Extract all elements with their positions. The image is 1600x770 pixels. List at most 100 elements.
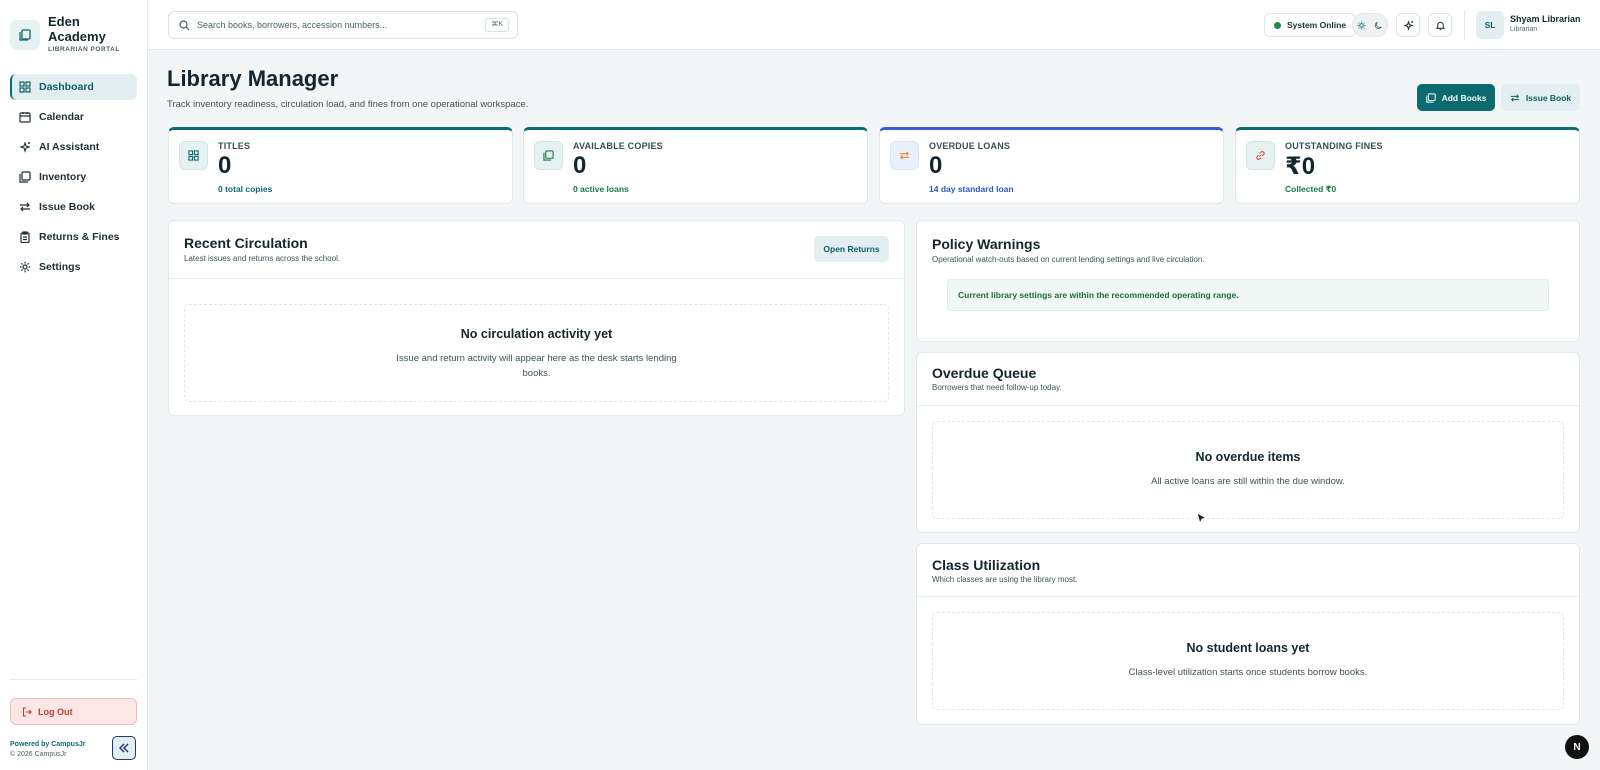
search-input[interactable]: Search books, borrowers, accession numbe… (168, 11, 518, 39)
sidebar-item-label: Returns & Fines (39, 231, 120, 243)
books-icon (19, 171, 31, 183)
sparkles-icon (1402, 19, 1414, 31)
panel-divider (917, 596, 1579, 597)
calendar-icon (19, 112, 31, 123)
books-icon (534, 141, 563, 170)
grid-icon (179, 141, 208, 170)
panel-subtitle: Which classes are using the library most… (932, 575, 1078, 584)
swap-arrows-icon (20, 202, 30, 212)
empty-state-title: No overdue items (1195, 450, 1301, 464)
add-books-label: Add Books (1441, 92, 1487, 103)
stat-label: OUTSTANDING FINES (1285, 141, 1383, 151)
stat-value: ₹0 (1285, 153, 1316, 180)
sidebar-item-label: Settings (39, 261, 81, 273)
sidebar-divider (10, 679, 137, 680)
open-returns-button[interactable]: Open Returns (814, 236, 889, 262)
empty-state-title: No student loans yet (1186, 641, 1310, 655)
sidebar-item-label: Dashboard (39, 81, 94, 93)
sidebar-item-settings[interactable]: Settings (10, 254, 137, 280)
link-icon (1246, 141, 1275, 170)
topbar-divider (1464, 10, 1465, 40)
page-title: Library Manager (167, 66, 339, 91)
panel-title: Recent Circulation (184, 235, 308, 251)
stat-label: AVAILABLE COPIES (573, 141, 663, 151)
policy-ok-message: Current library settings are within the … (947, 279, 1549, 311)
theme-toggle[interactable] (1352, 13, 1388, 37)
bell-icon (1435, 21, 1445, 30)
mouse-cursor-icon (1196, 512, 1208, 525)
clipboard-icon (20, 231, 30, 243)
logout-icon (22, 706, 32, 717)
brand-subtitle: LIBRARIAN PORTAL (48, 46, 120, 53)
brand-name-line2: Academy (48, 29, 106, 44)
logout-label: Log Out (38, 706, 73, 717)
empty-state-text: Class-level utilization starts once stud… (1128, 667, 1368, 678)
brand-name-line1: Eden (48, 14, 80, 29)
empty-state-title: No circulation activity yet (460, 327, 613, 341)
powered-by: Powered by CampusJr (10, 741, 86, 748)
sidebar-item-calendar[interactable]: Calendar (10, 104, 137, 130)
moon-icon (1374, 21, 1382, 29)
sidebar-item-label: AI Assistant (39, 141, 100, 153)
status-badge: System Online (1264, 13, 1357, 37)
panel-subtitle: Latest issues and returns across the sch… (184, 254, 341, 263)
page-subtitle: Track inventory readiness, circulation l… (167, 99, 529, 110)
empty-state: No student loans yet Class-level utiliza… (932, 612, 1564, 710)
topbar: Search books, borrowers, accession numbe… (148, 0, 1600, 50)
stat-card-overdue-loans: OVERDUE LOANS 0 14 day standard loan (879, 127, 1224, 204)
sidebar-item-ai-assistant[interactable]: AI Assistant (10, 134, 137, 160)
sun-icon (1357, 20, 1366, 30)
stat-card-titles: TITLES 0 0 total copies (168, 127, 513, 204)
sidebar-item-dashboard[interactable]: Dashboard (10, 74, 137, 100)
library-logo-icon (10, 20, 40, 50)
issue-book-button[interactable]: Issue Book (1501, 84, 1580, 111)
panel-title: Overdue Queue (932, 365, 1037, 381)
sidebar-item-issue-book[interactable]: Issue Book (10, 194, 137, 220)
collapse-sidebar-button[interactable] (112, 736, 136, 760)
notifications-button[interactable] (1428, 13, 1452, 37)
gear-icon (19, 261, 31, 273)
online-dot-icon (1274, 21, 1281, 29)
swap-arrows-icon (890, 141, 919, 170)
ai-sparkles-button[interactable] (1396, 13, 1420, 37)
sidebar-item-label: Calendar (39, 111, 84, 123)
chevrons-left-icon (119, 743, 129, 753)
sidebar-item-returns-fines[interactable]: Returns & Fines (10, 224, 137, 250)
dev-tools-badge[interactable]: N (1565, 735, 1589, 759)
stat-card-available-copies: AVAILABLE COPIES 0 0 active loans (523, 127, 868, 204)
brand: Eden Academy LIBRARIAN PORTAL (10, 14, 120, 53)
stat-label: OVERDUE LOANS (929, 141, 1011, 151)
panel-title: Class Utilization (932, 557, 1041, 573)
stat-value: 0 (218, 152, 232, 179)
sidebar-item-label: Issue Book (39, 201, 96, 213)
empty-state-text: Issue and return activity will appear he… (396, 353, 677, 379)
empty-state-text: All active loans are still within the du… (1151, 476, 1345, 487)
stat-footnote: 14 day standard loan (929, 184, 1014, 194)
search-placeholder: Search books, borrowers, accession numbe… (197, 20, 388, 30)
swap-arrows-icon (1510, 93, 1519, 102)
stat-label: TITLES (218, 141, 251, 151)
stat-value: 0 (929, 152, 943, 179)
grid-icon (19, 81, 31, 93)
stat-footnote: Collected ₹0 (1285, 184, 1337, 194)
stat-card-outstanding-fines: OUTSTANDING FINES ₹0 Collected ₹0 (1235, 127, 1580, 204)
search-icon (179, 19, 190, 30)
empty-state: No circulation activity yet Issue and re… (184, 304, 889, 402)
copyright: © 2026 CampusJr (10, 751, 67, 758)
logout-button[interactable]: Log Out (10, 698, 137, 725)
user-role: Librarian (1510, 26, 1538, 33)
stat-footnote: 0 total copies (218, 184, 273, 194)
status-label: System Online (1287, 20, 1347, 30)
overdue-queue-panel: Overdue Queue Borrowers that need follow… (916, 352, 1580, 533)
issue-book-label: Issue Book (1525, 92, 1572, 103)
panel-subtitle: Borrowers that need follow-up today. (932, 383, 1062, 392)
panel-title: Policy Warnings (932, 236, 1041, 252)
search-shortcut: ⌘K (485, 18, 509, 32)
sidebar: Eden Academy LIBRARIAN PORTAL Dashboard … (0, 0, 148, 770)
class-utilization-panel: Class Utilization Which classes are usin… (916, 543, 1580, 725)
sidebar-item-inventory[interactable]: Inventory (10, 164, 137, 190)
empty-state: No overdue items All active loans are st… (932, 421, 1564, 519)
add-books-button[interactable]: Add Books (1417, 84, 1495, 111)
avatar[interactable]: SL (1476, 11, 1504, 39)
panel-subtitle: Operational watch-outs based on current … (932, 255, 1205, 264)
